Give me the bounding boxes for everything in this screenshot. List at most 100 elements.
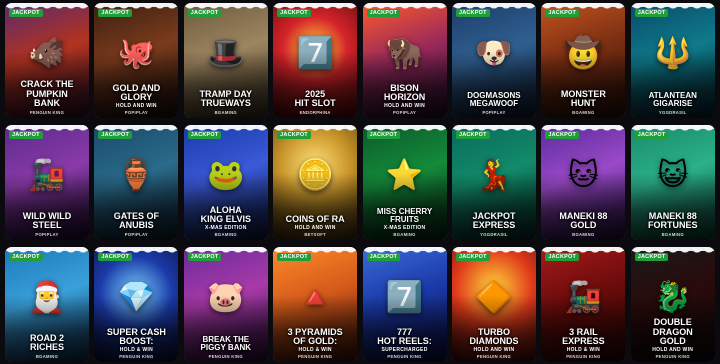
game-title: MANEKI 88 FORTUNES <box>647 210 698 230</box>
game-provider: PENGUIN KING <box>566 354 601 359</box>
game-tile-jackpot-express[interactable]: 💃JACKPOTJACKPOT EXPRESSYGGDRASIL <box>451 125 536 240</box>
game-tile-wild-wild-steel[interactable]: 🚂JACKPOTWILD WILD STEELPOPIPLAY <box>5 125 89 240</box>
jackpot-badge: JACKPOT <box>187 9 222 17</box>
game-tile-bison-horizon[interactable]: 🦬JACKPOTBISON HORIZONHOLD AND WINPOPIPLA… <box>362 3 447 118</box>
game-title: ROAD 2 RICHES <box>29 332 64 352</box>
game-tile-road-2-riches[interactable]: 🎅JACKPOTROAD 2 RICHESBGAMING <box>5 247 89 362</box>
game-provider: BGAMING <box>572 110 595 115</box>
game-subtitle: SUPERCHARGED <box>381 347 428 353</box>
game-title: SUPER CASH BOOST: <box>106 326 166 346</box>
game-provider: PENGUIN KING <box>119 354 154 359</box>
game-title: GOLD AND GLORY <box>112 82 161 102</box>
jackpot-badge: JACKPOT <box>634 9 669 17</box>
game-title: TRAMP DAY TRUEWAYS <box>199 88 253 108</box>
game-provider: POPIPLAY <box>35 232 59 237</box>
game-tile-gold-and-glory[interactable]: 🐙JACKPOTGOLD AND GLORYHOLD AND WINPOPIPL… <box>94 3 179 118</box>
jackpot-badge: JACKPOT <box>9 131 43 139</box>
game-subtitle: X-MAS EDITION <box>204 225 247 231</box>
game-tile-double-dragon-gold[interactable]: 🐉JACKPOTDOUBLE DRAGON GOLDHOLD AND WINPE… <box>630 247 715 362</box>
game-provider: PENGUIN KING <box>208 354 243 359</box>
game-title: BREAK THE PIGGY BANK <box>200 334 252 352</box>
game-provider: BGAMING <box>572 232 595 237</box>
game-provider: PENGUIN KING <box>298 354 333 359</box>
game-provider: PENGUIN KING <box>29 110 65 115</box>
jackpot-badge: JACKPOT <box>98 253 133 261</box>
game-tile-maneki-88-fortunes[interactable]: 😺JACKPOTMANEKI 88 FORTUNESBGAMING <box>630 125 715 240</box>
game-tile-turbo-diamonds[interactable]: 🔶JACKPOTTURBO DIAMONDSHOLD AND WINPENGUI… <box>451 247 536 362</box>
game-tile-monster-hunt[interactable]: 🤠JACKPOTMONSTER HUNTBGAMING <box>541 3 626 118</box>
jackpot-badge: JACKPOT <box>634 253 669 261</box>
game-tile-tramp-day-trueways[interactable]: 🎩JACKPOTTRAMP DAY TRUEWAYSBGAMING <box>183 3 268 118</box>
jackpot-badge: JACKPOT <box>545 131 580 139</box>
game-title: 777 HOT REELS: <box>377 326 432 346</box>
game-tile-gates-of-anubis[interactable]: 🏺JACKPOTGATES OF ANUBISPOPIPLAY <box>94 125 179 240</box>
game-provider: BGAMING <box>393 232 416 237</box>
jackpot-badge: JACKPOT <box>545 253 580 261</box>
game-subtitle: HOLD AND WIN <box>652 347 694 353</box>
game-tile-coins-of-ra[interactable]: 🪙JACKPOTCOINS OF RAHOLD AND WINBETSOFT <box>273 125 358 240</box>
game-title: GATES OF ANUBIS <box>113 210 160 230</box>
game-tile-break-the-piggy-bank[interactable]: 🐷JACKPOTBREAK THE PIGGY BANKPENGUIN KING <box>183 247 268 362</box>
game-provider: BGAMING <box>35 354 59 359</box>
jackpot-badge: JACKPOT <box>455 131 490 139</box>
jackpot-badge: JACKPOT <box>98 131 133 139</box>
game-provider: PENGUIN KING <box>476 354 512 359</box>
game-provider: PENGUIN KING <box>387 354 422 359</box>
game-provider: BETSOFT <box>304 232 326 237</box>
game-provider: BGAMING <box>661 232 684 237</box>
game-subtitle: HOLD & WIN <box>119 347 154 353</box>
game-subtitle: HOLD AND WIN <box>384 103 426 109</box>
game-tile-3-rail-express[interactable]: 🚂JACKPOT3 RAIL EXPRESSHOLD & WINPENGUIN … <box>541 247 626 362</box>
jackpot-badge: JACKPOT <box>634 131 669 139</box>
game-title: MISS CHERRY FRUITS <box>376 206 433 224</box>
game-provider: POPIPLAY <box>482 110 506 115</box>
game-provider: YGGDRASIL <box>658 110 687 115</box>
jackpot-badge: JACKPOT <box>98 9 133 17</box>
jackpot-badge: JACKPOT <box>455 9 490 17</box>
game-subtitle: HOLD & WIN <box>298 347 332 353</box>
game-title: ALOHA KING ELVIS <box>200 204 251 224</box>
jackpot-badge: JACKPOT <box>366 131 401 139</box>
game-title: 3 PYRAMIDS OF GOLD: <box>287 326 343 346</box>
game-tile-maneki-88-gold[interactable]: 🐱JACKPOTMANEKI 88 GOLDBGAMING <box>541 125 626 240</box>
jackpot-badge: JACKPOT <box>455 253 490 261</box>
game-tile-777-hot-reels[interactable]: 7️⃣JACKPOT777 HOT REELS:SUPERCHARGEDPENG… <box>362 247 447 362</box>
jackpot-badge: JACKPOT <box>9 253 43 261</box>
game-grid: 🐗JACKPOTCRACK THE PUMPKIN BANKPENGUIN KI… <box>0 0 720 364</box>
jackpot-badge: JACKPOT <box>187 131 222 139</box>
game-provider: POPIPLAY <box>124 232 148 237</box>
game-tile-dogmasons-megawoof[interactable]: 🐶JACKPOTDOGMASONS MEGAWOOFPOPIPLAY <box>451 3 536 118</box>
game-tile-aloha-king-elvis[interactable]: 🐸JACKPOTALOHA KING ELVISX-MAS EDITIONBGA… <box>183 125 268 240</box>
jackpot-badge: JACKPOT <box>277 131 311 139</box>
game-tile-miss-cherry-fruits[interactable]: ⭐JACKPOTMISS CHERRY FRUITSX-MAS EDITIONB… <box>362 125 447 240</box>
game-title: ATLANTEAN GIGARISE <box>648 90 697 108</box>
game-tile-atlantean-gigarise[interactable]: 🔱JACKPOTATLANTEAN GIGARISEYGGDRASIL <box>630 3 715 118</box>
game-tile-super-cash-boost[interactable]: 💎JACKPOTSUPER CASH BOOST:HOLD & WINPENGU… <box>94 247 179 362</box>
game-provider: POPIPLAY <box>392 110 417 115</box>
game-title: COINS OF RA <box>285 213 345 224</box>
jackpot-badge: JACKPOT <box>366 253 401 261</box>
jackpot-badge: JACKPOT <box>277 9 311 17</box>
game-tile-3-pyramids-of-gold[interactable]: 🔺JACKPOT3 PYRAMIDS OF GOLD:HOLD & WINPEN… <box>273 247 358 362</box>
game-title: TURBO DIAMONDS <box>469 326 519 346</box>
game-subtitle: X-MAS EDITION <box>383 225 426 231</box>
game-provider: BGAMING <box>214 232 237 237</box>
jackpot-badge: JACKPOT <box>366 9 401 17</box>
jackpot-badge: JACKPOT <box>9 9 43 17</box>
game-title: BISON HORIZON <box>383 82 426 102</box>
game-title: 3 RAIL EXPRESS <box>562 326 605 346</box>
game-title: 2025 HIT SLOT <box>294 88 336 108</box>
game-subtitle: HOLD AND WIN <box>473 347 515 353</box>
game-title: CRACK THE PUMPKIN BANK <box>20 79 74 108</box>
game-provider: ENDORPHINA <box>299 110 331 115</box>
jackpot-badge: JACKPOT <box>277 253 311 261</box>
game-subtitle: HOLD & WIN <box>566 347 600 353</box>
game-provider: YGGDRASIL <box>480 232 508 237</box>
game-provider: BGAMING <box>214 110 237 115</box>
game-tile-crack-the-pumpkin-bank[interactable]: 🐗JACKPOTCRACK THE PUMPKIN BANKPENGUIN KI… <box>5 3 89 118</box>
game-tile-2025-hit-slot[interactable]: 7️⃣JACKPOT2025 HIT SLOTENDORPHINA <box>273 3 358 118</box>
game-subtitle: HOLD AND WIN <box>115 103 157 109</box>
game-title: WILD WILD STEEL <box>22 210 72 230</box>
game-subtitle: HOLD AND WIN <box>294 225 336 231</box>
jackpot-badge: JACKPOT <box>187 253 222 261</box>
